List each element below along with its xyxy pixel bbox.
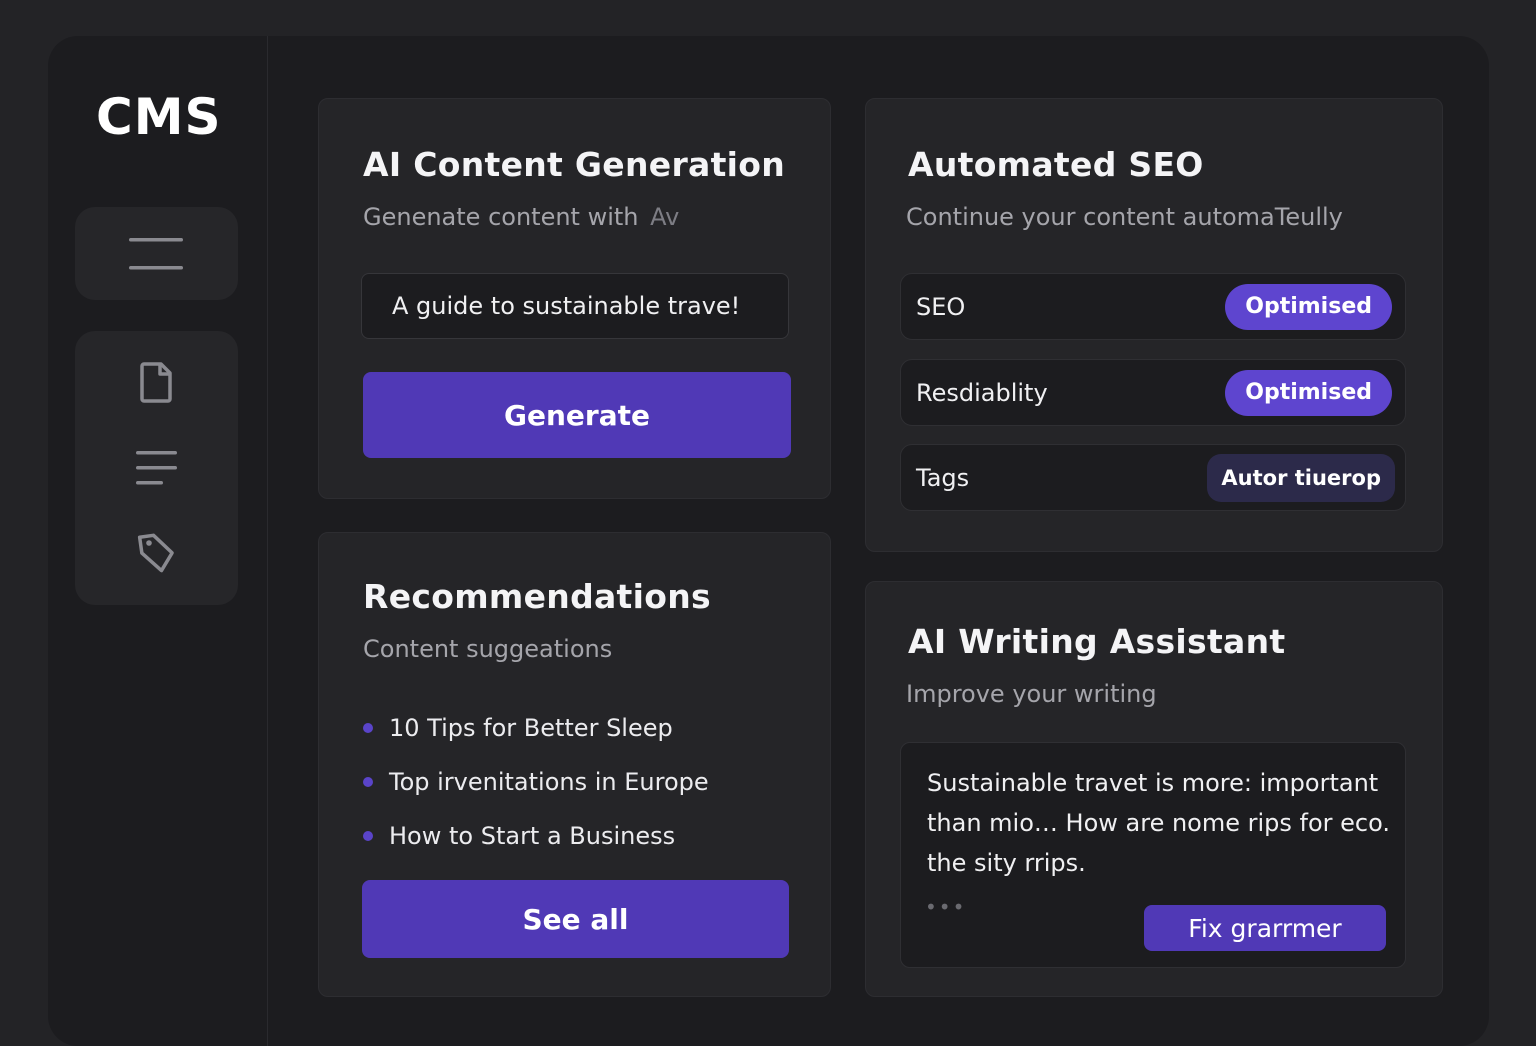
generate-button[interactable]: Generate — [363, 372, 791, 458]
sidebar: CMS — [48, 36, 268, 1046]
app-window: CMS AI Content Generation Genenate conte… — [48, 36, 1489, 1046]
document-icon — [139, 362, 172, 403]
ai-content-card: AI Content Generation Genenate content w… — [318, 98, 831, 499]
status-badge: Optimised — [1225, 283, 1392, 330]
card-subtitle: Content suggeations — [363, 635, 613, 663]
nav-item-content[interactable] — [135, 449, 179, 493]
seo-row-label: Resdiablity — [916, 378, 1048, 407]
fix-grammar-button[interactable]: Fix grarrmer — [1144, 905, 1386, 951]
writing-assistant-card: AI Writing Assistant Improve your writin… — [865, 581, 1443, 997]
recommendation-list: 10 Tips for Better Sleep Top irvenitatio… — [363, 701, 709, 863]
recommendations-card: Recommendations Content suggeations 10 T… — [318, 532, 831, 997]
bullet-icon — [363, 777, 373, 787]
list-icon — [135, 451, 177, 485]
bullet-icon — [363, 831, 373, 841]
seo-card: Automated SEO Continue your content auto… — [865, 98, 1443, 552]
card-subtitle: Genenate content with Av — [363, 203, 680, 231]
list-item[interactable]: How to Start a Business — [363, 809, 709, 863]
bullet-icon — [363, 723, 373, 733]
nav-item-documents[interactable] — [139, 361, 174, 407]
list-item[interactable]: Top irvenitations in Europe — [363, 755, 709, 809]
card-title: AI Writing Assistant — [908, 622, 1286, 661]
ellipsis-icon: ••• — [925, 895, 967, 919]
seo-row: Resdiablity Optimised — [900, 359, 1406, 426]
menu-button[interactable] — [75, 207, 238, 300]
see-all-button[interactable]: See all — [362, 880, 789, 958]
menu-icon — [128, 237, 183, 269]
writing-textarea[interactable]: Sustainable travet is more: important th… — [900, 742, 1406, 968]
card-title: Recommendations — [363, 577, 711, 616]
card-title: AI Content Generation — [363, 145, 786, 184]
topic-input-value: A guide to sustainable trave! — [392, 292, 741, 320]
tag-icon — [137, 533, 174, 573]
seo-row-label: Tags — [916, 463, 970, 492]
list-item[interactable]: 10 Tips for Better Sleep — [363, 701, 709, 755]
card-subtitle: Continue your content automaTeully — [906, 203, 1343, 231]
card-title: Automated SEO — [908, 145, 1204, 184]
ai-glyph-icon: Av — [650, 203, 680, 231]
status-badge: Optimised — [1225, 369, 1392, 416]
nav-item-tags[interactable] — [137, 531, 177, 579]
topic-input[interactable]: A guide to sustainable trave! — [361, 273, 789, 339]
nav-group — [75, 331, 238, 605]
card-subtitle: Improve your writing — [906, 680, 1157, 708]
seo-row: SEO Optimised — [900, 273, 1406, 340]
writing-text: Sustainable travet is more: important th… — [927, 769, 1391, 877]
seo-row: Tags Autor tiuerop — [900, 444, 1406, 511]
seo-row-label: SEO — [916, 292, 966, 321]
app-logo: CMS — [96, 88, 222, 146]
tags-badge[interactable]: Autor tiuerop — [1207, 453, 1395, 502]
